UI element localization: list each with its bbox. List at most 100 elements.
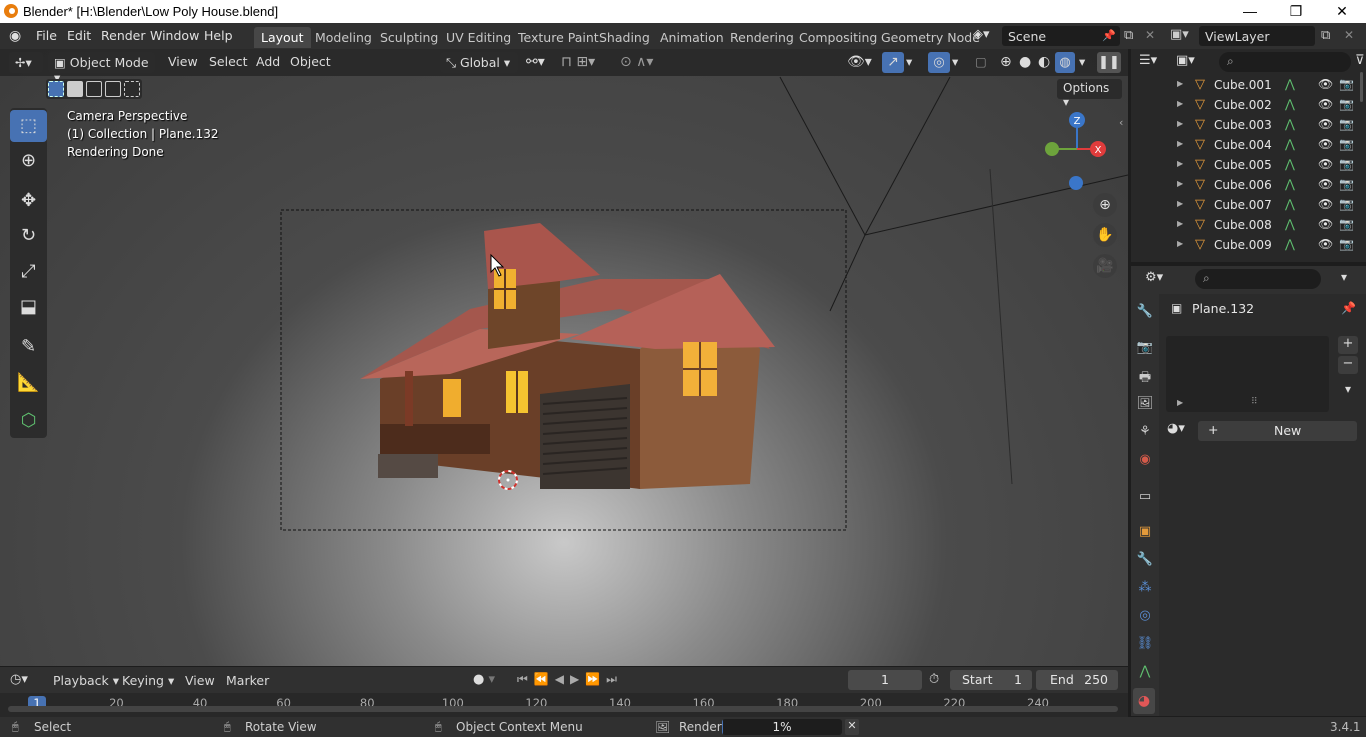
outliner-row[interactable]: ▶ ▽ Cube.005 ⋀ 👁 📷 bbox=[1131, 156, 1366, 176]
menu-playback[interactable]: Playback ▾ bbox=[53, 673, 119, 688]
new-view-layer-icon[interactable]: ⧉ bbox=[1321, 28, 1330, 43]
camera-render-icon[interactable]: 📷 bbox=[1339, 97, 1354, 111]
list-resize-handle[interactable]: ⠿ bbox=[1251, 397, 1258, 407]
outliner-row[interactable]: ▶ ▽ Cube.004 ⋀ 👁 📷 bbox=[1131, 136, 1366, 156]
display-mode-icon[interactable]: ▣▾ bbox=[1176, 53, 1210, 73]
view-layer-properties-icon[interactable]: 🖼 bbox=[1136, 396, 1154, 414]
data-properties-icon[interactable]: ⋀ bbox=[1136, 664, 1154, 682]
object-properties-icon[interactable]: ▣ bbox=[1136, 524, 1154, 542]
tab-animation[interactable]: Animation bbox=[653, 27, 731, 48]
camera-render-icon[interactable]: 📷 bbox=[1339, 217, 1354, 231]
delete-view-layer-icon[interactable]: ✕ bbox=[1344, 28, 1354, 42]
material-preview-shading-icon[interactable]: ◐ bbox=[1038, 54, 1050, 70]
move-tool[interactable]: ✥ bbox=[10, 185, 47, 217]
eye-icon[interactable]: 👁 bbox=[1318, 157, 1333, 171]
outliner-row[interactable]: ▶ ▽ Cube.009 ⋀ 👁 📷 bbox=[1131, 236, 1366, 256]
mode-selector[interactable]: ▣ Object Mode ▾ bbox=[48, 52, 155, 85]
constraints-properties-icon[interactable]: ⛓ bbox=[1136, 636, 1154, 654]
view-layer-selector-icon[interactable]: ▣▾ bbox=[1170, 27, 1189, 42]
view-layer-name-field[interactable]: ViewLayer bbox=[1199, 26, 1315, 46]
eye-icon[interactable]: 👁 bbox=[1318, 97, 1333, 111]
wireframe-shading-icon[interactable]: ⊕ bbox=[1000, 54, 1012, 70]
expand-triangle-icon[interactable]: ▶ bbox=[1177, 79, 1183, 88]
minimize-button[interactable]: — bbox=[1227, 0, 1273, 23]
close-button[interactable]: ✕ bbox=[1319, 0, 1365, 23]
editor-type-selector[interactable]: ✢▾ bbox=[9, 52, 43, 73]
record-keyframe-icon[interactable]: ● ▾ bbox=[473, 672, 495, 687]
menu-view[interactable]: View bbox=[168, 54, 198, 69]
properties-search-input[interactable]: ⌕ bbox=[1195, 269, 1321, 289]
outliner-row[interactable]: ▶ ▽ Cube.007 ⋀ 👁 📷 bbox=[1131, 196, 1366, 216]
world-properties-icon[interactable]: ◉ bbox=[1136, 452, 1154, 470]
expand-triangle-icon[interactable]: ▶ bbox=[1177, 179, 1183, 188]
mesh-data-icon[interactable]: ⋀ bbox=[1285, 117, 1295, 131]
camera-render-icon[interactable]: 📷 bbox=[1339, 177, 1354, 191]
pin-icon[interactable]: 📌 bbox=[1341, 301, 1356, 315]
pin-icon[interactable]: 📌 bbox=[1102, 29, 1116, 42]
select-extend-icon[interactable] bbox=[67, 81, 83, 97]
gizmo-toggle-icon[interactable]: ↗ bbox=[882, 52, 904, 73]
timeline-scrollbar[interactable] bbox=[8, 706, 1118, 712]
mesh-data-icon[interactable]: ⋀ bbox=[1285, 197, 1295, 211]
cancel-render-button[interactable]: ✕ bbox=[845, 719, 859, 735]
expand-triangle-icon[interactable]: ▶ bbox=[1177, 119, 1183, 128]
menu-keying[interactable]: Keying ▾ bbox=[122, 673, 174, 688]
menu-help[interactable]: Help bbox=[204, 28, 233, 43]
measure-tool[interactable]: 📐 bbox=[10, 367, 47, 399]
mesh-data-icon[interactable]: ⋀ bbox=[1285, 97, 1295, 111]
eye-icon[interactable]: 👁 bbox=[1318, 217, 1333, 231]
outliner-editor-type-icon[interactable]: ☰▾ bbox=[1139, 53, 1173, 73]
outliner-row[interactable]: ▶ ▽ Cube.008 ⋀ 👁 📷 bbox=[1131, 216, 1366, 236]
overlays-toggle-icon[interactable]: ◎ bbox=[928, 52, 950, 73]
zoom-icon[interactable]: ⊕ bbox=[1093, 193, 1117, 217]
rendered-shading-icon[interactable]: ◍ bbox=[1055, 52, 1075, 73]
eye-icon[interactable]: 👁 bbox=[1318, 77, 1333, 91]
visibility-icon[interactable]: 👁▾ bbox=[847, 54, 872, 70]
material-properties-icon[interactable]: ◕ bbox=[1133, 688, 1155, 714]
particles-properties-icon[interactable]: ⁂ bbox=[1136, 580, 1154, 598]
maximize-button[interactable]: ❐ bbox=[1273, 0, 1319, 23]
material-slot-list[interactable] bbox=[1166, 336, 1329, 412]
output-properties-icon[interactable]: 🖶 bbox=[1136, 368, 1154, 386]
blender-menu-icon[interactable]: ◉ bbox=[9, 28, 27, 44]
outliner-row[interactable]: ▶ ▽ Cube.002 ⋀ 👁 📷 bbox=[1131, 96, 1366, 116]
preview-range-icon[interactable]: ⏱ bbox=[929, 672, 939, 687]
menu-file[interactable]: File bbox=[36, 28, 57, 43]
camera-render-icon[interactable]: 📷 bbox=[1339, 137, 1354, 151]
render-properties-icon[interactable]: 📷 bbox=[1136, 340, 1154, 358]
delete-scene-icon[interactable]: ✕ bbox=[1145, 28, 1155, 42]
menu-marker[interactable]: Marker bbox=[226, 673, 269, 688]
eye-icon[interactable]: 👁 bbox=[1318, 117, 1333, 131]
tab-shading[interactable]: Shading bbox=[592, 27, 657, 48]
select-new-icon[interactable] bbox=[48, 81, 64, 97]
tab-compositing[interactable]: Compositing bbox=[792, 27, 884, 48]
chevron-down-icon[interactable]: ▾ bbox=[1079, 54, 1085, 69]
camera-render-icon[interactable]: 📷 bbox=[1339, 197, 1354, 211]
eye-icon[interactable]: 👁 bbox=[1318, 197, 1333, 211]
options-dropdown[interactable]: Options ▾ bbox=[1057, 79, 1122, 109]
menu-add[interactable]: Add bbox=[256, 54, 280, 69]
add-cube-tool[interactable]: ⬡ bbox=[10, 405, 47, 437]
outliner-search-input[interactable]: ⌕ bbox=[1219, 52, 1351, 72]
camera-render-icon[interactable]: 📷 bbox=[1339, 117, 1354, 131]
filter-icon[interactable]: ⊽ bbox=[1355, 53, 1365, 68]
outliner-row[interactable]: ▶ ▽ Cube.001 ⋀ 👁 📷 bbox=[1131, 76, 1366, 96]
modifier-properties-icon[interactable]: 🔧 bbox=[1136, 552, 1154, 570]
camera-render-icon[interactable]: 📷 bbox=[1339, 157, 1354, 171]
tab-uv-editing[interactable]: UV Editing bbox=[439, 27, 518, 48]
expand-triangle-icon[interactable]: ▶ bbox=[1177, 239, 1183, 248]
select-box-tool[interactable]: ⬚ bbox=[10, 110, 47, 142]
menu-timeline-view[interactable]: View bbox=[185, 673, 215, 688]
menu-render[interactable]: Render bbox=[101, 28, 146, 43]
playback-controls[interactable]: ⏮⏪◀▶⏩⏭ bbox=[517, 672, 623, 687]
menu-select[interactable]: Select bbox=[209, 54, 248, 69]
tab-geometry-nodes[interactable]: Geometry Node bbox=[874, 27, 987, 48]
outliner-row[interactable]: ▶ ▽ Cube.006 ⋀ 👁 📷 bbox=[1131, 176, 1366, 196]
mesh-data-icon[interactable]: ⋀ bbox=[1285, 217, 1295, 231]
timeline-editor-type-icon[interactable]: ◷▾ bbox=[10, 672, 28, 687]
add-slot-button[interactable]: + bbox=[1338, 336, 1358, 354]
transform-tool[interactable]: ⬓ bbox=[10, 291, 47, 323]
eye-icon[interactable]: 👁 bbox=[1318, 177, 1333, 191]
timeline-ruler[interactable]: 1 20 40 60 80 100 120 140 160 180 200 220 240 bbox=[0, 695, 1128, 717]
expand-triangle-icon[interactable]: ▶ bbox=[1177, 398, 1183, 407]
